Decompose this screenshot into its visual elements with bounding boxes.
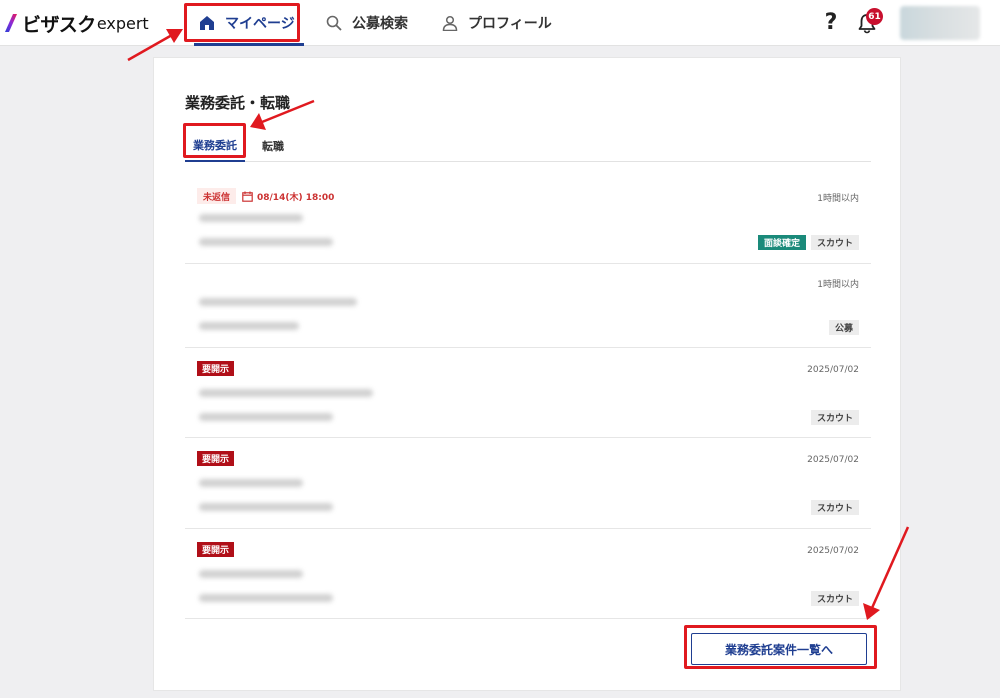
logo-slash-icon (4, 13, 18, 33)
help-icon[interactable]: ? (821, 11, 841, 35)
status-badge: 要開示 (197, 361, 235, 376)
site-logo[interactable]: ビザスク expert (4, 11, 149, 36)
nav-public-search[interactable]: 公募検索 (325, 0, 408, 46)
active-nav-underline (194, 43, 304, 46)
redacted-subtitle (199, 322, 299, 330)
redacted-title (199, 570, 303, 578)
calendar-icon (242, 191, 253, 202)
deadline-text: 08/14(木) 18:00 (257, 192, 335, 203)
status-badge: 要開示 (197, 451, 235, 466)
redacted-title (199, 214, 303, 222)
tab-bar: 業務委託 転職 (185, 130, 871, 162)
tab-career-change[interactable]: 転職 (259, 130, 287, 162)
list-item[interactable]: 要開示 2025/07/02 スカウト (185, 438, 871, 529)
item-date: 2025/07/02 (807, 546, 859, 556)
search-icon (325, 14, 343, 32)
nav-profile[interactable]: プロフィール (441, 0, 552, 46)
item-badges: スカウト (810, 591, 859, 606)
status-badge: 要開示 (197, 542, 235, 557)
user-icon (441, 14, 459, 32)
status-badge: 未返信 (197, 188, 237, 204)
redacted-subtitle (199, 594, 333, 602)
item-badges: スカウト (810, 410, 859, 425)
notification-count-badge: 61 (866, 8, 883, 25)
item-badges: スカウト (810, 500, 859, 515)
home-icon (198, 14, 216, 32)
nav-mypage-label: マイページ (225, 16, 295, 32)
user-account-menu[interactable] (900, 6, 980, 40)
logo-sub-text: expert (96, 13, 149, 33)
list-item[interactable]: 未返信 08/14(木) 18:00 1時間以内 面談確定 スカウト (185, 178, 871, 264)
top-header: ビザスク expert マイページ 公募検索 プロフィール ? 61 (0, 0, 1000, 46)
item-date: 1時間以内 (817, 194, 859, 204)
scout-badge: スカウト (810, 235, 859, 250)
redacted-title (199, 298, 357, 306)
item-date: 1時間以内 (817, 280, 859, 290)
scout-badge: スカウト (810, 591, 859, 606)
nav-profile-label: プロフィール (468, 16, 552, 32)
page-title: 業務委託・転職 (185, 94, 291, 112)
list-item[interactable]: 要開示 2025/07/02 スカウト (185, 529, 871, 619)
scout-badge: スカウト (810, 410, 859, 425)
nav-mypage[interactable]: マイページ (194, 0, 304, 46)
redacted-title (199, 389, 373, 397)
logo-main-text: ビザスク (22, 13, 96, 36)
item-badges: 面談確定 スカウト (757, 235, 859, 250)
outsourcing-list-button[interactable]: 業務委託案件一覧へ (691, 633, 867, 665)
item-date: 2025/07/02 (807, 365, 859, 375)
redacted-subtitle (199, 238, 333, 246)
item-date: 2025/07/02 (807, 455, 859, 465)
redacted-subtitle (199, 413, 333, 421)
project-list: 未返信 08/14(木) 18:00 1時間以内 面談確定 スカウト 1時間以内… (185, 178, 871, 619)
jobs-card: 業務委託・転職 業務委託 転職 未返信 08/14(木) 18:00 1時間以内… (153, 57, 901, 691)
nav-public-search-label: 公募検索 (352, 16, 408, 32)
redacted-subtitle (199, 503, 333, 511)
item-badges: 公募 (828, 320, 859, 335)
public-recruit-badge: 公募 (828, 320, 859, 335)
list-item[interactable]: 要開示 2025/07/02 スカウト (185, 348, 871, 438)
deadline: 08/14(木) 18:00 (242, 188, 334, 204)
redacted-title (199, 479, 303, 487)
tab-outsourcing[interactable]: 業務委託 (185, 130, 245, 162)
list-item[interactable]: 1時間以内 公募 (185, 264, 871, 348)
scout-badge: スカウト (810, 500, 859, 515)
interview-confirmed-badge: 面談確定 (757, 235, 806, 250)
